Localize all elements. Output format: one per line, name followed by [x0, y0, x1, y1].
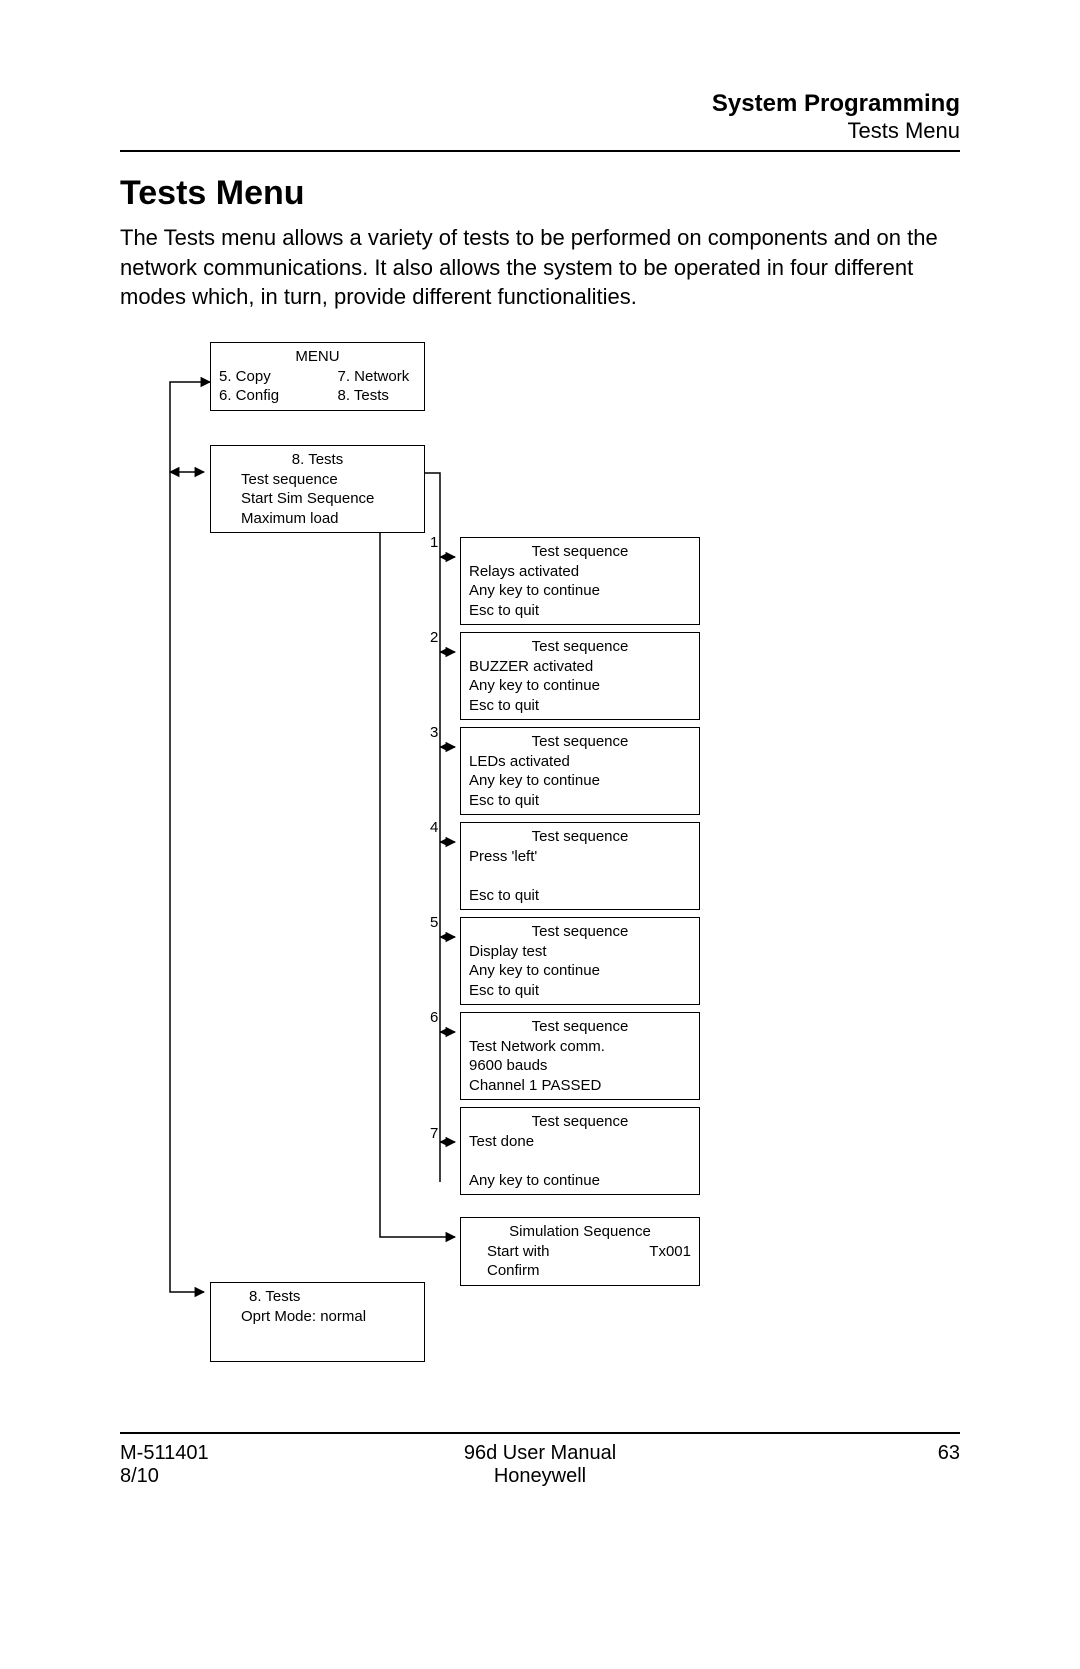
diagram-container: MENU 5. Copy 6. Config 7. Network 8. Tes… — [150, 342, 750, 1402]
header-subtitle: Tests Menu — [120, 118, 960, 144]
footer-page-number: 63 — [680, 1442, 960, 1465]
mode-box-title: 8. Tests — [219, 1287, 416, 1307]
menu-item-tests: 8. Tests — [338, 386, 417, 406]
page-heading: Tests Menu — [120, 174, 960, 213]
footer-brand: Honeywell — [400, 1465, 680, 1488]
mode-box: 8. Tests Oprt Mode: normal — [210, 1282, 425, 1362]
header-title: System Programming — [120, 90, 960, 118]
seq-line: Esc to quit — [469, 601, 691, 621]
seq-line: Esc to quit — [469, 886, 691, 906]
seq-line: Channel 1 PASSED — [469, 1076, 691, 1096]
intro-paragraph: The Tests menu allows a variety of tests… — [120, 223, 960, 312]
seq-box-5: Test sequence Display test Any key to co… — [460, 917, 700, 1005]
menu-item-network: 7. Network — [338, 367, 417, 387]
seq-box-3: Test sequence LEDs activated Any key to … — [460, 727, 700, 815]
menu-item-copy: 5. Copy — [219, 367, 298, 387]
seq-num-2: 2 — [430, 629, 438, 646]
seq-line — [469, 1151, 691, 1171]
seq-line: Esc to quit — [469, 981, 691, 1001]
header-rule — [120, 150, 960, 152]
sim-start-label: Start with — [487, 1242, 550, 1262]
footer-rule — [120, 1432, 960, 1434]
menu-item-config: 6. Config — [219, 386, 298, 406]
seq-line: Display test — [469, 942, 691, 962]
sim-confirm: Confirm — [469, 1261, 691, 1281]
seq-line: Esc to quit — [469, 696, 691, 716]
menu-box-title: MENU — [219, 347, 416, 367]
mode-line: Oprt Mode: normal — [219, 1307, 416, 1327]
seq-box-1: Test sequence Relays activated Any key t… — [460, 537, 700, 625]
tests-item-sim: Start Sim Sequence — [241, 489, 416, 509]
menu-box: MENU 5. Copy 6. Config 7. Network 8. Tes… — [210, 342, 425, 411]
seq-line: Any key to continue — [469, 581, 691, 601]
seq-title: Test sequence — [469, 542, 691, 562]
seq-num-1: 1 — [430, 534, 438, 551]
seq-title: Test sequence — [469, 732, 691, 752]
seq-box-2: Test sequence BUZZER activated Any key t… — [460, 632, 700, 720]
seq-line: Any key to continue — [469, 961, 691, 981]
tests-item-sequence: Test sequence — [241, 470, 416, 490]
seq-line: Test Network comm. — [469, 1037, 691, 1057]
seq-title: Test sequence — [469, 637, 691, 657]
seq-line — [469, 866, 691, 886]
seq-title: Test sequence — [469, 827, 691, 847]
footer: M-511401 8/10 96d User Manual Honeywell … — [120, 1442, 960, 1488]
seq-title: Test sequence — [469, 1112, 691, 1132]
sim-box: Simulation Sequence Start with Tx001 Con… — [460, 1217, 700, 1286]
seq-num-5: 5 — [430, 914, 438, 931]
footer-doc-id: M-511401 — [120, 1442, 400, 1465]
sim-box-title: Simulation Sequence — [469, 1222, 691, 1242]
seq-title: Test sequence — [469, 922, 691, 942]
seq-line: Esc to quit — [469, 791, 691, 811]
seq-line: BUZZER activated — [469, 657, 691, 677]
seq-line: Any key to continue — [469, 771, 691, 791]
seq-box-4: Test sequence Press 'left' Esc to quit — [460, 822, 700, 910]
seq-line: Any key to continue — [469, 1171, 691, 1191]
seq-line: Press 'left' — [469, 847, 691, 867]
seq-num-6: 6 — [430, 1009, 438, 1026]
seq-num-3: 3 — [430, 724, 438, 741]
sim-start-value: Tx001 — [649, 1242, 691, 1262]
seq-line: 9600 bauds — [469, 1056, 691, 1076]
footer-manual-title: 96d User Manual — [400, 1442, 680, 1465]
tests-box: 8. Tests Test sequence Start Sim Sequenc… — [210, 445, 425, 533]
seq-line: Relays activated — [469, 562, 691, 582]
seq-box-7: Test sequence Test done Any key to conti… — [460, 1107, 700, 1195]
seq-num-7: 7 — [430, 1125, 438, 1142]
seq-box-6: Test sequence Test Network comm. 9600 ba… — [460, 1012, 700, 1100]
seq-num-4: 4 — [430, 819, 438, 836]
tests-item-maxload: Maximum load — [241, 509, 416, 529]
seq-line: Any key to continue — [469, 676, 691, 696]
seq-line: Test done — [469, 1132, 691, 1152]
seq-title: Test sequence — [469, 1017, 691, 1037]
footer-date: 8/10 — [120, 1465, 400, 1488]
tests-box-title: 8. Tests — [219, 450, 416, 470]
seq-line: LEDs activated — [469, 752, 691, 772]
